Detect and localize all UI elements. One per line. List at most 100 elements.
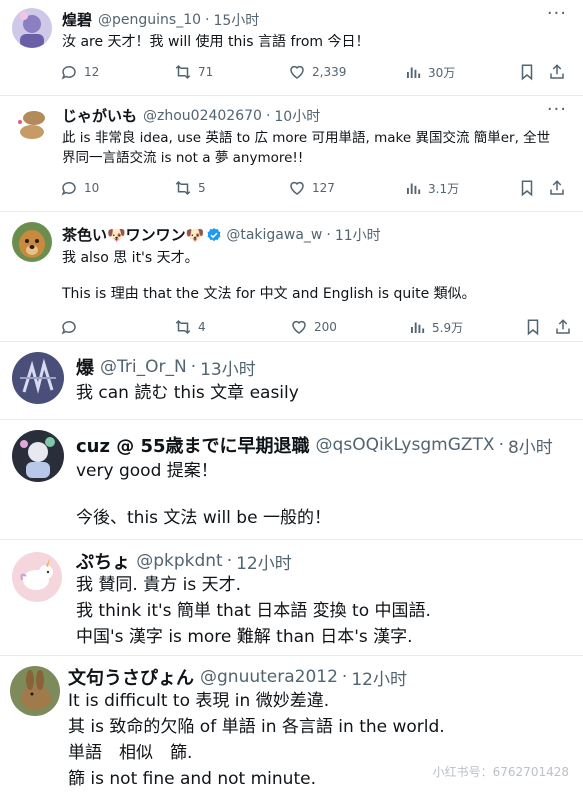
- share-icon[interactable]: [548, 179, 566, 197]
- repost-button[interactable]: 5: [174, 179, 206, 197]
- avatar[interactable]: [12, 222, 52, 262]
- handle[interactable]: @takigawa_w: [226, 227, 322, 243]
- share-icon[interactable]: [548, 63, 566, 81]
- post-text-line: [62, 268, 476, 284]
- post-text-line: 我 賛同. 貴方 is 天才.: [76, 575, 242, 595]
- handle[interactable]: @gnuutera2012: [200, 667, 338, 687]
- heart-icon: [292, 320, 306, 334]
- display-name[interactable]: じゃがいも: [62, 105, 137, 126]
- bookmark-icon[interactable]: [518, 63, 536, 81]
- bookmark-icon[interactable]: [524, 318, 542, 336]
- avatar[interactable]: [12, 430, 64, 482]
- views-count: 5.9万: [432, 320, 464, 335]
- post-text-line: 汝 are 天才！我 will 使用 this 言語 from 今日！: [62, 34, 370, 50]
- views-button[interactable]: 30万: [404, 63, 455, 81]
- like-button[interactable]: 200: [290, 318, 337, 336]
- avatar[interactable]: [10, 666, 60, 716]
- display-name[interactable]: 煌碧: [62, 9, 92, 30]
- separator-dot: ·: [498, 435, 504, 455]
- display-name[interactable]: 茶色い🐶ワンワン🐶: [62, 224, 204, 245]
- repost-count: 4: [198, 320, 206, 334]
- like-count: 200: [314, 320, 337, 334]
- repost-count: 71: [198, 65, 214, 79]
- timestamp[interactable]: 15小时: [213, 10, 259, 30]
- avatar[interactable]: [12, 104, 52, 144]
- post-6[interactable]: ぷちょ @pkpkdnt · 12小时 我 賛同. 貴方 is 天才. 我 th…: [0, 540, 583, 656]
- post-4[interactable]: 爆 @Tri_Or_N · 13小时 我 can 読む this 文章 easi…: [0, 342, 583, 420]
- post-text-line: 此 is 非常良 idea, use 英語 to 広 more 可用単語, ma…: [62, 130, 551, 146]
- post-text-line: 今後、this 文法 will be 一般的！: [76, 508, 331, 528]
- bookmark-icon[interactable]: [518, 179, 536, 197]
- views-icon: [407, 183, 421, 194]
- avatar[interactable]: [12, 552, 62, 602]
- post-text-line: 単語 相似 篩.: [68, 743, 193, 763]
- reply-icon: [61, 181, 76, 196]
- separator-dot: ·: [341, 667, 348, 687]
- like-count: 2,339: [312, 65, 347, 79]
- avatar[interactable]: [12, 8, 52, 48]
- post-2[interactable]: じゃがいも @zhou02402670 · 10小时 ··· 此 is 非常良 …: [0, 96, 583, 212]
- separator-dot: ·: [205, 11, 210, 28]
- views-button[interactable]: 5.9万: [408, 318, 463, 336]
- repost-icon: [175, 319, 191, 335]
- timestamp[interactable]: 11小时: [335, 225, 381, 245]
- display-name[interactable]: ぷちょ: [76, 548, 130, 574]
- separator-dot: ·: [326, 226, 331, 243]
- views-count: 3.1万: [428, 181, 460, 196]
- post-text-line: This is 理由 that the 文法 for 中文 and Englis…: [62, 286, 476, 302]
- post-1[interactable]: 煌碧 @penguins_10 · 15小时 ··· 汝 are 天才！我 wi…: [0, 0, 583, 96]
- handle[interactable]: @pkpkdnt: [136, 551, 223, 571]
- share-icon[interactable]: [554, 318, 572, 336]
- post-text-line: 其 is 致命的欠陥 of 単語 in 各言語 in the world.: [68, 717, 445, 737]
- timestamp[interactable]: 12小时: [236, 549, 292, 574]
- post-text-line: 我 think it's 簡単 that 日本語 変換 to 中国語.: [76, 601, 431, 621]
- post-text-line: 我 also 思 it's 天才。: [62, 250, 199, 266]
- reply-button[interactable]: [60, 318, 84, 336]
- heart-icon: [290, 65, 304, 79]
- timestamp[interactable]: 10小时: [274, 106, 320, 126]
- views-button[interactable]: 3.1万: [404, 179, 459, 197]
- separator-dot: ·: [265, 107, 271, 124]
- post-text-line: very good 提案！: [76, 461, 218, 481]
- timestamp[interactable]: 13小时: [200, 355, 256, 380]
- separator-dot: ·: [226, 551, 233, 571]
- timestamp[interactable]: 12小时: [351, 665, 407, 690]
- timestamp[interactable]: 8小时: [508, 433, 553, 458]
- repost-button[interactable]: 4: [174, 318, 206, 336]
- post-text-line: 中国's 漢字 is more 難解 than 日本's 漢字.: [76, 627, 413, 647]
- repost-icon: [175, 180, 191, 196]
- reply-count: 12: [84, 65, 100, 79]
- post-text-line: 我 can 読む this 文章 easily: [76, 383, 299, 403]
- handle[interactable]: @zhou02402670: [143, 108, 262, 124]
- views-icon: [411, 322, 425, 333]
- reply-button[interactable]: 10: [60, 179, 99, 197]
- repost-count: 5: [198, 181, 206, 195]
- more-options-icon[interactable]: ···: [547, 3, 567, 24]
- handle[interactable]: @penguins_10: [98, 12, 201, 28]
- post-text-line: [76, 485, 331, 505]
- display-name[interactable]: cuz @ 55歳までに早期退職: [76, 432, 310, 458]
- repost-icon: [175, 64, 191, 80]
- post-text-line: 界同一言語交流 is not a 夢 anymore!!: [62, 150, 304, 166]
- display-name[interactable]: 爆: [76, 354, 94, 380]
- repost-button[interactable]: 71: [174, 63, 213, 81]
- reply-icon: [61, 65, 76, 80]
- display-name[interactable]: 文句うさぴょん: [68, 664, 194, 690]
- heart-icon: [290, 181, 304, 195]
- views-count: 30万: [428, 65, 456, 80]
- post-3[interactable]: 茶色い🐶ワンワン🐶 @takigawa_w · 11小时 我 also 思 it…: [0, 212, 583, 342]
- separator-dot: ·: [190, 357, 197, 377]
- like-count: 127: [312, 181, 335, 195]
- views-icon: [407, 67, 421, 78]
- reply-button[interactable]: 12: [60, 63, 99, 81]
- handle[interactable]: @qsOQikLysgmGZTX: [316, 435, 495, 455]
- avatar[interactable]: [12, 352, 64, 404]
- handle[interactable]: @Tri_Or_N: [100, 357, 187, 377]
- like-button[interactable]: 2,339: [288, 63, 346, 81]
- verified-badge-icon: [207, 227, 221, 241]
- reply-count: 10: [84, 181, 100, 195]
- post-5[interactable]: cuz @ 55歳までに早期退職 @qsOQikLysgmGZTX · 8小时 …: [0, 420, 583, 540]
- post-text-line: 篩 is not fine and not minute.: [68, 769, 316, 789]
- like-button[interactable]: 127: [288, 179, 335, 197]
- more-options-icon[interactable]: ···: [547, 99, 567, 120]
